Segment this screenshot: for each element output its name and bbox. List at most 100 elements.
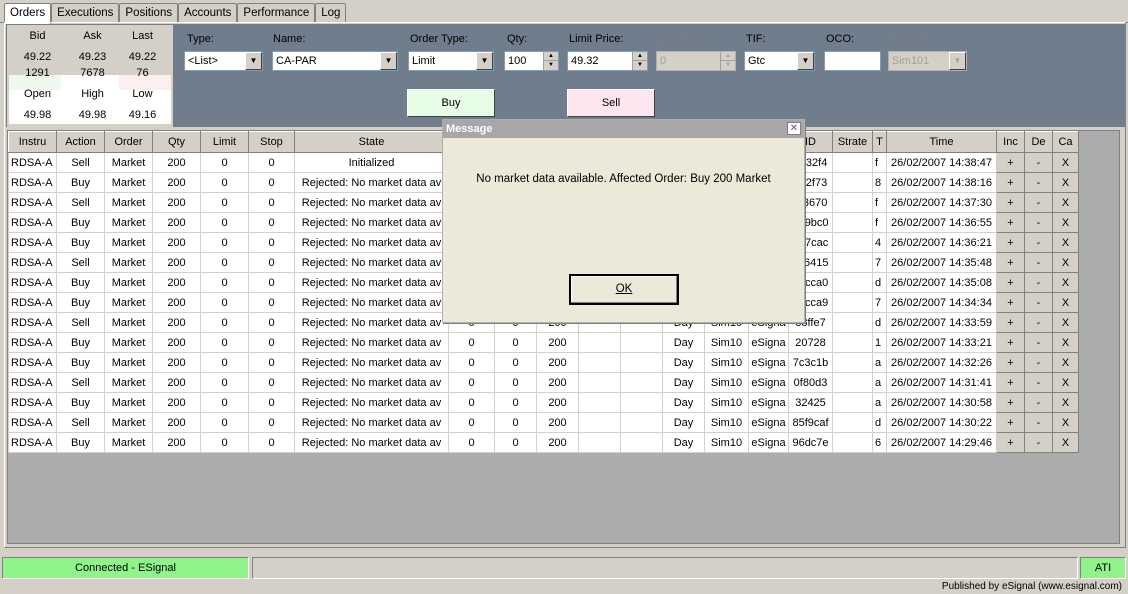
increase-button[interactable]: + (996, 192, 1025, 213)
decrease-button[interactable]: - (1024, 372, 1053, 393)
cancel-order-button[interactable]: X (1052, 392, 1079, 413)
decrease-button[interactable]: - (1024, 292, 1053, 313)
cancel-order-button[interactable]: X (1052, 212, 1079, 233)
table-cell: Sim10 (704, 432, 749, 453)
decrease-button[interactable]: - (1024, 212, 1053, 233)
cancel-order-button[interactable]: X (1052, 232, 1079, 253)
cancel-order-button[interactable]: X (1052, 312, 1079, 333)
table-row[interactable]: RDSA-A Buy Market 200 0 0 Rejected: No market … (8, 432, 1079, 453)
tif-select[interactable]: Gtc ▼ (744, 51, 815, 71)
column-header[interactable]: State (294, 131, 449, 153)
tab-accounts[interactable]: Accounts (178, 3, 238, 23)
table-cell: 0 (200, 392, 249, 413)
cancel-order-button[interactable]: X (1052, 192, 1079, 213)
decrease-button[interactable]: - (1024, 332, 1053, 353)
tab-executions[interactable]: Executions (51, 3, 120, 23)
decrease-button[interactable]: - (1024, 432, 1053, 453)
qty-stepper[interactable]: 100 ▲ ▼ (504, 51, 559, 71)
table-cell: Sell (56, 192, 105, 213)
spin-down-icon[interactable]: ▼ (544, 61, 558, 70)
chevron-down-icon[interactable]: ▼ (797, 52, 814, 70)
decrease-button[interactable]: - (1024, 152, 1053, 173)
increase-button[interactable]: + (996, 432, 1025, 453)
increase-button[interactable]: + (996, 332, 1025, 353)
column-header[interactable]: Strate (832, 131, 873, 153)
column-header[interactable]: Ca (1052, 131, 1079, 153)
cancel-order-button[interactable]: X (1052, 272, 1079, 293)
qty-spinner[interactable]: ▲ ▼ (543, 52, 558, 70)
increase-button[interactable]: + (996, 412, 1025, 433)
cancel-order-button[interactable]: X (1052, 152, 1079, 173)
tab-log[interactable]: Log (315, 3, 347, 23)
type-select[interactable]: <List> ▼ (184, 51, 263, 71)
increase-button[interactable]: + (996, 312, 1025, 333)
table-cell: a (872, 352, 887, 373)
name-select[interactable]: CA-PAR ▼ (272, 51, 398, 71)
column-header[interactable]: Order (104, 131, 153, 153)
decrease-button[interactable]: - (1024, 392, 1053, 413)
table-cell: 0 (200, 432, 249, 453)
column-header[interactable]: Limit (200, 131, 249, 153)
spin-up-icon[interactable]: ▲ (544, 52, 558, 61)
sell-button[interactable]: Sell (567, 89, 655, 117)
increase-button[interactable]: + (996, 272, 1025, 293)
ok-button[interactable]: OK (569, 274, 679, 305)
decrease-button[interactable]: - (1024, 312, 1053, 333)
decrease-button[interactable]: - (1024, 352, 1053, 373)
order-type-select[interactable]: Limit ▼ (408, 51, 494, 71)
cancel-order-button[interactable]: X (1052, 292, 1079, 313)
column-header[interactable]: De (1024, 131, 1053, 153)
increase-button[interactable]: + (996, 352, 1025, 373)
cancel-order-button[interactable]: X (1052, 252, 1079, 273)
table-cell (578, 392, 621, 413)
cancel-order-button[interactable]: X (1052, 332, 1079, 353)
cancel-order-button[interactable]: X (1052, 172, 1079, 193)
tab-positions[interactable]: Positions (119, 3, 179, 23)
table-row[interactable]: RDSA-A Sell Market 200 0 0 Rejected: No market… (8, 372, 1079, 393)
increase-button[interactable]: + (996, 252, 1025, 273)
chevron-down-icon[interactable]: ▼ (476, 52, 493, 70)
table-row[interactable]: RDSA-A Buy Market 200 0 0 Rejected: No market … (8, 332, 1079, 353)
table-row[interactable]: RDSA-A Buy Market 200 0 0 Rejected: No market … (8, 392, 1079, 413)
column-header[interactable]: Instru (8, 131, 57, 153)
column-header[interactable]: Qty (152, 131, 201, 153)
column-header[interactable]: T (872, 131, 887, 153)
decrease-button[interactable]: - (1024, 272, 1053, 293)
cancel-order-button[interactable]: X (1052, 432, 1079, 453)
column-header[interactable]: Inc (996, 131, 1025, 153)
spin-up-icon[interactable]: ▲ (633, 52, 647, 61)
increase-button[interactable]: + (996, 232, 1025, 253)
decrease-button[interactable]: - (1024, 172, 1053, 193)
decrease-button[interactable]: - (1024, 252, 1053, 273)
tab-performance[interactable]: Performance (237, 3, 316, 23)
oco-input[interactable] (824, 51, 881, 71)
column-header[interactable]: Stop (248, 131, 295, 153)
buy-button[interactable]: Buy (407, 89, 495, 117)
increase-button[interactable]: + (996, 292, 1025, 313)
column-header[interactable]: Action (56, 131, 105, 153)
column-header[interactable]: Time (886, 131, 997, 153)
cancel-order-button[interactable]: X (1052, 412, 1079, 433)
chevron-down-icon[interactable]: ▼ (380, 52, 397, 70)
increase-button[interactable]: + (996, 372, 1025, 393)
chevron-down-icon[interactable]: ▼ (245, 52, 262, 70)
decrease-button[interactable]: - (1024, 192, 1053, 213)
spin-down-icon[interactable]: ▼ (633, 61, 647, 70)
cancel-order-button[interactable]: X (1052, 352, 1079, 373)
decrease-button[interactable]: - (1024, 232, 1053, 253)
table-row[interactable]: RDSA-A Sell Market 200 0 0 Rejected: No market… (8, 412, 1079, 433)
cancel-order-button[interactable]: X (1052, 372, 1079, 393)
increase-button[interactable]: + (996, 172, 1025, 193)
limit-price-stepper[interactable]: 49.32 ▲ ▼ (567, 51, 648, 71)
decrease-button[interactable]: - (1024, 412, 1053, 433)
table-cell (832, 192, 873, 213)
increase-button[interactable]: + (996, 392, 1025, 413)
increase-button[interactable]: + (996, 212, 1025, 233)
quote-panel: Bid Ask Last 49.22 49.23 49.22 1291 7678… (7, 25, 173, 127)
table-row[interactable]: RDSA-A Buy Market 200 0 0 Rejected: No market … (8, 352, 1079, 373)
limit-spinner[interactable]: ▲ ▼ (632, 52, 647, 70)
tab-orders[interactable]: Orders (4, 3, 52, 24)
increase-button[interactable]: + (996, 152, 1025, 173)
close-icon[interactable]: ✕ (787, 122, 801, 135)
message-dialog: Message ✕ No market data available. Affe… (442, 119, 805, 323)
